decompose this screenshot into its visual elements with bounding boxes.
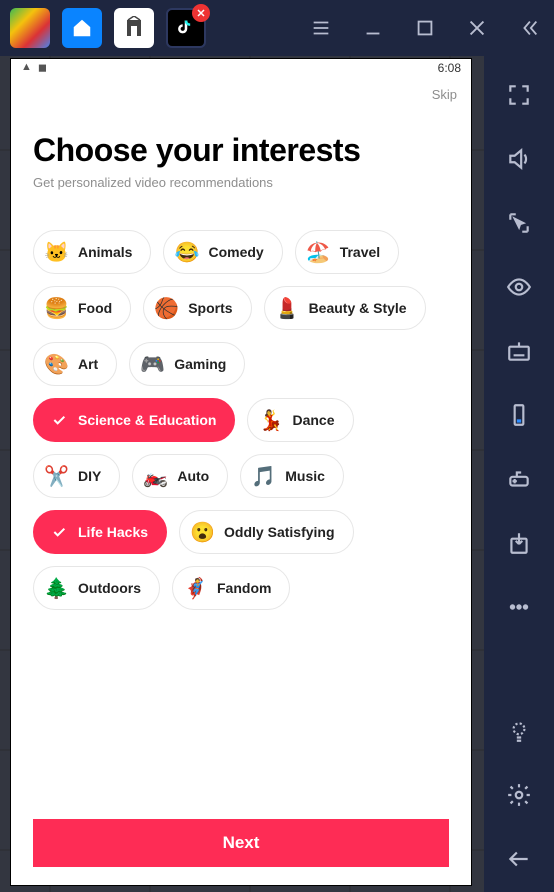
interest-label: Art <box>78 356 98 372</box>
check-icon <box>50 411 68 429</box>
interest-chip[interactable]: 🐱 Animals <box>33 230 151 274</box>
interest-chip[interactable]: 🍔 Food <box>33 286 131 330</box>
next-button[interactable]: Next <box>33 819 449 867</box>
interest-emoji: 🦸 <box>183 576 207 601</box>
interest-chip[interactable]: 🎮 Gaming <box>129 342 245 386</box>
interest-label: Fandom <box>217 580 271 596</box>
bulb-icon[interactable] <box>506 718 532 744</box>
interest-emoji: 😮 <box>190 520 214 545</box>
page-title: Choose your interests <box>33 132 449 169</box>
interest-chip[interactable]: ✂️ DIY <box>33 454 120 498</box>
check-icon <box>50 523 68 541</box>
status-icons-left: ▲ ◼ <box>21 61 47 81</box>
interest-label: Science & Education <box>78 412 216 428</box>
emulator-sidebar <box>484 56 554 892</box>
interest-chip[interactable]: 😮 Oddly Satisfying <box>179 510 353 554</box>
interest-emoji: 🏖️ <box>306 240 330 265</box>
phone-icon[interactable] <box>506 402 532 428</box>
main-content: Choose your interests Get personalized v… <box>11 102 471 819</box>
volume-icon[interactable] <box>506 146 532 172</box>
interest-label: Oddly Satisfying <box>224 524 334 540</box>
interest-label: Food <box>78 300 112 316</box>
maximize-icon[interactable] <box>414 17 436 39</box>
interest-chip[interactable]: 🌲 Outdoors <box>33 566 160 610</box>
emulator-titlebar <box>0 0 554 56</box>
collapse-sidebar-icon[interactable] <box>518 17 540 39</box>
interest-emoji: 😂 <box>174 240 198 265</box>
interest-label: Life Hacks <box>78 524 148 540</box>
fullscreen-icon[interactable] <box>506 82 532 108</box>
page-subtitle: Get personalized video recommendations <box>33 175 449 190</box>
interest-chip[interactable]: 🎨 Art <box>33 342 117 386</box>
warning-icon: ▲ <box>21 61 32 81</box>
interest-chip[interactable]: 💃 Dance <box>247 398 353 442</box>
keyboard-icon[interactable] <box>506 338 532 364</box>
interest-emoji: 🎨 <box>44 352 68 377</box>
interest-chip[interactable]: 🏍️ Auto <box>132 454 228 498</box>
status-time: 6:08 <box>438 61 461 81</box>
settings-icon[interactable] <box>506 782 532 808</box>
app-screen: ▲ ◼ 6:08 Skip Choose your interests Get … <box>10 58 472 886</box>
install-apk-icon[interactable] <box>506 530 532 556</box>
interest-chip[interactable]: 💡Life Hacks <box>33 510 167 554</box>
close-tab-badge[interactable] <box>192 4 210 22</box>
interest-chip[interactable]: 😂 Comedy <box>163 230 282 274</box>
interest-chip[interactable]: 🎵 Music <box>240 454 344 498</box>
interest-label: Outdoors <box>78 580 141 596</box>
interest-chip[interactable]: 🔬Science & Education <box>33 398 235 442</box>
interest-chip[interactable]: 🏖️ Travel <box>295 230 399 274</box>
interest-label: Music <box>285 468 325 484</box>
more-icon[interactable] <box>506 594 532 620</box>
skip-button[interactable]: Skip <box>432 87 457 102</box>
interest-emoji: 🎮 <box>140 352 164 377</box>
interest-label: Comedy <box>208 244 263 260</box>
interest-label: Travel <box>340 244 380 260</box>
interest-label: DIY <box>78 468 101 484</box>
interest-label: Dance <box>292 412 334 428</box>
home-app-icon[interactable] <box>62 8 102 48</box>
close-window-icon[interactable] <box>466 17 488 39</box>
interest-label: Beauty & Style <box>309 300 407 316</box>
interest-label: Auto <box>177 468 209 484</box>
interest-chip-list: 🐱 Animals 😂 Comedy 🏖️ Travel 🍔 Food 🏀 Sports 💄 Beau… <box>33 230 449 610</box>
interest-chip[interactable]: 🏀 Sports <box>143 286 251 330</box>
window-controls <box>310 0 540 56</box>
interest-emoji: 🍔 <box>44 296 68 321</box>
interest-chip[interactable]: 🦸 Fandom <box>172 566 290 610</box>
menu-icon[interactable] <box>310 17 332 39</box>
back-icon[interactable] <box>506 846 532 872</box>
interest-emoji: 🌲 <box>44 576 68 601</box>
interest-label: Gaming <box>174 356 226 372</box>
eye-icon[interactable] <box>506 274 532 300</box>
interest-emoji: 🏍️ <box>143 464 167 489</box>
interest-emoji: 🏀 <box>154 296 178 321</box>
interest-emoji: 💄 <box>275 296 299 321</box>
interest-emoji: 🎵 <box>251 464 275 489</box>
interest-emoji: 💃 <box>258 408 282 433</box>
cursor-lock-icon[interactable] <box>506 210 532 236</box>
play-store-icon[interactable] <box>114 8 154 48</box>
minimize-icon[interactable] <box>362 17 384 39</box>
gamepad-icon[interactable] <box>506 466 532 492</box>
app-switcher <box>10 8 206 48</box>
bluestacks-icon[interactable] <box>10 8 50 48</box>
tiktok-app-icon[interactable] <box>166 8 206 48</box>
interest-label: Animals <box>78 244 132 260</box>
square-icon: ◼ <box>38 61 47 81</box>
interest-emoji: ✂️ <box>44 464 68 489</box>
interest-emoji: 🐱 <box>44 240 68 265</box>
interest-label: Sports <box>188 300 232 316</box>
status-bar: ▲ ◼ 6:08 <box>11 59 471 81</box>
interest-chip[interactable]: 💄 Beauty & Style <box>264 286 426 330</box>
